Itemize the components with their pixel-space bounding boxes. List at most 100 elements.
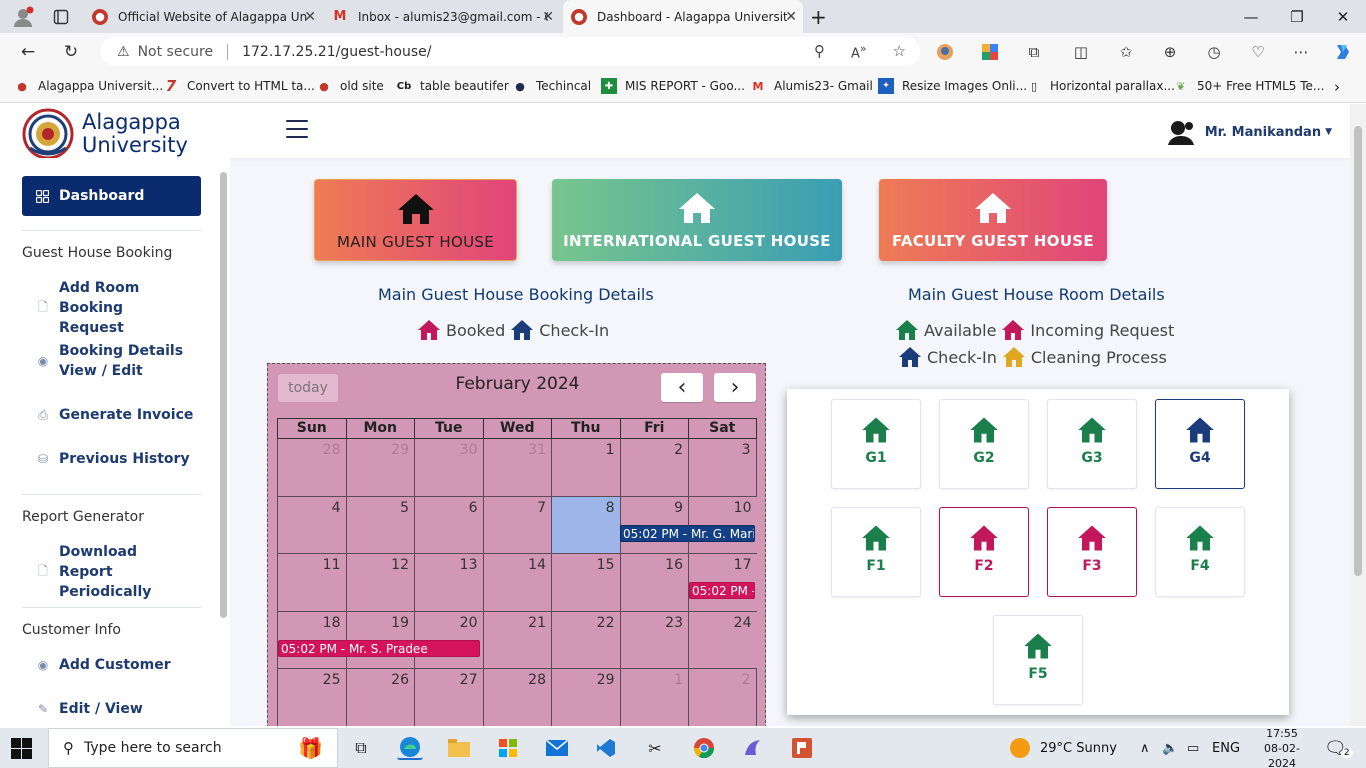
calendar-day[interactable]: 31 [482, 439, 551, 497]
history-icon[interactable]: ◷ [1204, 42, 1224, 62]
sidebar-item-booking-details[interactable]: ◉ Booking Details View / Edit [36, 341, 189, 381]
notification-center[interactable]: 🗨 2 [1324, 728, 1353, 768]
calendar-day[interactable]: 7 [482, 496, 551, 554]
calendar-day[interactable]: 14 [482, 554, 551, 612]
restore-button[interactable]: ❐ [1274, 0, 1320, 33]
sidebar-item-download-report[interactable]: 🗋 Download Report Periodically [36, 542, 189, 602]
brand-logo[interactable]: Alagappa University [22, 108, 188, 160]
main-guest-house-button[interactable]: MAIN GUEST HOUSE [314, 179, 517, 261]
calendar-day[interactable]: 28 [277, 439, 346, 497]
room-card-f4[interactable]: F4 [1155, 507, 1245, 597]
refresh-button[interactable]: ↻ [58, 39, 84, 65]
calendar-day[interactable]: 23 [619, 611, 688, 669]
calendar-day[interactable]: 2 [688, 669, 757, 726]
room-card-g3[interactable]: G3 [1047, 399, 1137, 489]
international-guest-house-button[interactable]: INTERNATIONAL GUEST HOUSE [552, 179, 842, 261]
tray-overflow-icon[interactable]: ∧ [1140, 728, 1150, 768]
close-tab-icon[interactable]: ✕ [304, 9, 316, 25]
calendar-day[interactable]: 1 [551, 439, 620, 497]
url-field[interactable]: ⚠ Not secure 172.17.25.21/guest-house/ ⚲… [100, 37, 920, 66]
powerpoint-icon[interactable] [789, 736, 815, 760]
calendar-day[interactable]: 28 [482, 669, 551, 726]
calendar-day[interactable]: 6 [414, 496, 483, 554]
sidebar-item-dashboard[interactable]: Dashboard [22, 176, 201, 216]
tab-actions-button[interactable] [46, 0, 76, 33]
calendar-day[interactable]: 16 [619, 554, 688, 612]
calendar-day[interactable]: 27 [414, 669, 483, 726]
page-scrollbar[interactable] [1350, 104, 1366, 726]
tab-dashboard[interactable]: ● Dashboard - Alagappa University ✕ [563, 0, 803, 33]
close-window-button[interactable]: ✕ [1320, 0, 1366, 33]
bookmark-gmail[interactable]: M Alumis23- Gmail [750, 78, 873, 94]
calendar-day[interactable]: 29 [551, 669, 620, 726]
bookmark-resize-images[interactable]: ✦ Resize Images Onli... [878, 78, 1027, 94]
calendar-day[interactable]: 3 [688, 439, 757, 497]
bookmark-convert-html[interactable]: 7 Convert to HTML ta... [163, 77, 315, 95]
bookmark-old-site[interactable]: ● old site [316, 78, 384, 94]
settings-more-icon[interactable]: ⋯ [1291, 42, 1311, 62]
scrollbar-thumb[interactable] [1354, 126, 1362, 576]
sidebar-item-edit-view[interactable]: ✎ Edit / View [36, 699, 143, 719]
calendar-day[interactable]: 29 [345, 439, 414, 497]
calendar-day[interactable]: 25 [277, 669, 346, 726]
read-aloud-icon[interactable]: A» [851, 42, 867, 61]
chrome-icon[interactable] [691, 736, 717, 760]
calendar-day[interactable]: 12 [345, 554, 414, 612]
network-icon[interactable]: ▭ [1187, 728, 1199, 768]
user-menu[interactable]: Mr. Manikandan ▼ [1165, 116, 1332, 148]
calendar-day[interactable]: 15 [551, 554, 620, 612]
room-card-g1[interactable]: G1 [831, 399, 921, 489]
weather-widget[interactable]: 29°C Sunny [1010, 728, 1117, 768]
volume-icon[interactable]: 🔈 [1162, 728, 1178, 768]
extensions-puzzle-icon[interactable]: ⧉ [1024, 42, 1044, 62]
edge-browser-icon[interactable] [397, 736, 423, 760]
calendar-next-button[interactable]: › [714, 373, 756, 402]
collections-icon[interactable]: ⊕ [1160, 42, 1180, 62]
room-card-f3[interactable]: F3 [1047, 507, 1137, 597]
microsoft-store-icon[interactable] [495, 736, 521, 760]
app-dolphin-icon[interactable] [740, 736, 766, 760]
profile-button[interactable] [6, 0, 40, 33]
calendar-event-booked[interactable]: 05:02 PM - Mr. S. Pradee [278, 639, 480, 657]
room-card-g2[interactable]: G2 [939, 399, 1029, 489]
calendar-day-today[interactable]: 8 [551, 496, 620, 554]
minimize-button[interactable]: — [1228, 0, 1274, 33]
windows-start-icon[interactable] [11, 738, 32, 759]
calendar-day[interactable]: 5 [345, 496, 414, 554]
favorites-icon[interactable]: ✩ [1116, 42, 1136, 62]
extension-colorful-icon[interactable] [980, 42, 1000, 62]
calendar-day[interactable]: 30 [414, 439, 483, 497]
tab-gmail-inbox[interactable]: M Inbox - alumis23@gmail.com - G ✕ [324, 0, 560, 33]
close-tab-icon[interactable]: ✕ [785, 9, 797, 25]
room-card-g4[interactable]: G4 [1155, 399, 1245, 489]
calendar-day[interactable]: 13 [414, 554, 483, 612]
calendar-day[interactable]: 22 [551, 611, 620, 669]
clock[interactable]: 17:55 08-02-2024 [1252, 727, 1312, 768]
tab-official-website[interactable]: ● Official Website of Alagappa Uni ✕ [84, 0, 322, 33]
extension-avatar-icon[interactable] [935, 42, 955, 62]
calendar-day[interactable]: 4 [277, 496, 346, 554]
room-card-f1[interactable]: F1 [831, 507, 921, 597]
calendar-event-checkin[interactable]: 05:02 PM - Mr. G. Mari [620, 524, 755, 542]
calendar-event-booked[interactable]: 05:02 PM - [689, 582, 755, 599]
file-explorer-icon[interactable] [446, 736, 472, 760]
back-button[interactable]: ← [15, 39, 41, 65]
sidebar-scrollbar[interactable] [220, 172, 227, 618]
bookmark-horizontal-parallax[interactable]: ▯ Horizontal parallax... [1026, 78, 1175, 94]
bookmark-techincal[interactable]: ● Techincal [512, 78, 591, 94]
calendar-day[interactable]: 26 [345, 669, 414, 726]
calendar-day[interactable]: 21 [482, 611, 551, 669]
sidebar-item-add-room-booking[interactable]: 🗋 Add Room Booking Request [36, 278, 189, 338]
calendar-day[interactable]: 1 [619, 669, 688, 726]
zoom-icon[interactable]: ⚲ [814, 42, 825, 61]
calendar-day[interactable]: 2 [619, 439, 688, 497]
language-indicator[interactable]: ENG [1212, 728, 1240, 768]
new-tab-button[interactable]: + [808, 0, 832, 33]
calendar-day[interactable]: 11 [277, 554, 346, 612]
favorite-star-icon[interactable]: ☆ [893, 42, 906, 61]
calendar-prev-button[interactable]: ‹ [661, 373, 703, 402]
mail-icon[interactable] [544, 736, 570, 760]
bookmark-table-beautifer[interactable]: Cb table beautifer [396, 78, 509, 94]
faculty-guest-house-button[interactable]: FACULTY GUEST HOUSE [879, 179, 1107, 261]
taskbar-search-box[interactable]: ⚲ Type here to search 🎁 [48, 728, 338, 768]
